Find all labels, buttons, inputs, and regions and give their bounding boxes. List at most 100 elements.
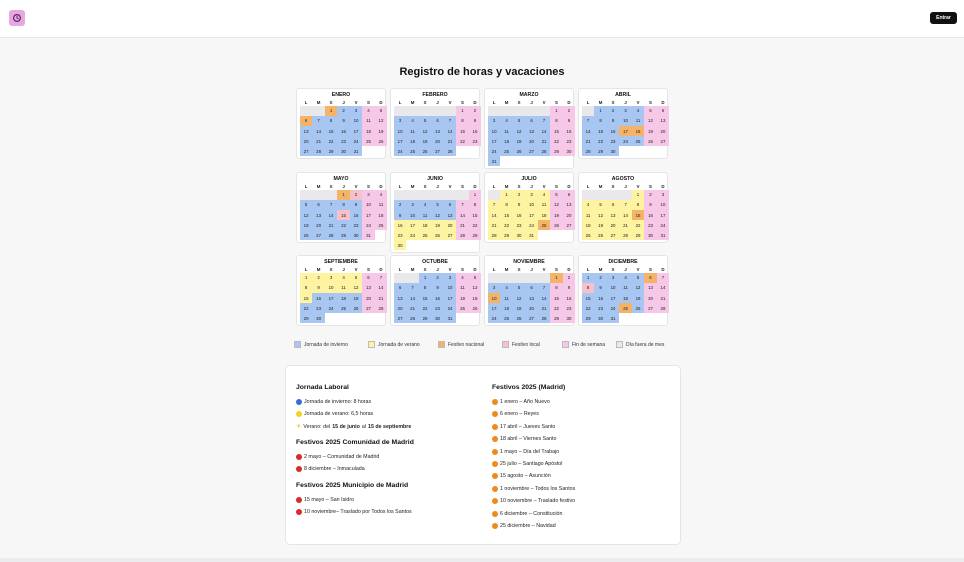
day-cell[interactable]: 20 — [525, 303, 538, 314]
day-cell[interactable]: 29 — [418, 313, 432, 324]
day-cell[interactable]: 26 — [374, 136, 388, 147]
day-cell[interactable]: 22 — [550, 303, 563, 314]
day-cell[interactable]: 3 — [406, 200, 419, 210]
day-cell[interactable]: 20 — [606, 220, 620, 231]
day-cell[interactable]: 29 — [550, 313, 563, 324]
day-cell[interactable]: 25 — [337, 303, 350, 314]
day-cell[interactable]: 14 — [374, 283, 388, 293]
day-cell[interactable]: 26 — [468, 303, 482, 314]
day-cell[interactable]: 14 — [443, 126, 457, 136]
day-cell[interactable]: 27 — [431, 146, 444, 157]
day-cell[interactable]: 8 — [500, 200, 513, 210]
day-cell[interactable]: 1 — [594, 106, 607, 116]
day-cell[interactable]: 25 — [374, 220, 388, 231]
day-cell[interactable]: 18 — [500, 136, 513, 147]
day-cell[interactable]: 27 — [562, 220, 576, 231]
day-cell[interactable]: 26 — [631, 303, 645, 314]
day-cell[interactable]: 5 — [512, 116, 526, 126]
day-cell[interactable]: 9 — [468, 116, 482, 126]
day-cell[interactable]: 8 — [418, 283, 432, 293]
day-cell[interactable]: 26 — [512, 313, 526, 324]
day-cell[interactable]: 19 — [431, 220, 444, 231]
day-cell[interactable]: 9 — [431, 283, 444, 293]
day-cell[interactable]: 16 — [562, 293, 576, 303]
day-cell[interactable]: 23 — [562, 136, 576, 147]
day-cell[interactable]: 2 — [431, 273, 444, 283]
day-cell[interactable]: 29 — [500, 230, 513, 241]
day-cell[interactable]: 9 — [312, 283, 325, 293]
day-cell[interactable]: 19 — [550, 210, 563, 220]
day-cell[interactable]: 9 — [562, 283, 576, 293]
day-cell[interactable]: 2 — [337, 106, 350, 116]
day-cell[interactable]: 30 — [512, 230, 526, 241]
day-cell[interactable]: 24 — [656, 220, 670, 231]
day-cell[interactable]: 5 — [644, 106, 657, 116]
day-cell[interactable]: 8 — [550, 283, 563, 293]
day-cell[interactable]: 24 — [488, 146, 501, 157]
day-cell[interactable]: 29 — [468, 230, 482, 241]
day-cell[interactable]: 24 — [525, 220, 538, 231]
day-cell[interactable]: 21 — [537, 136, 551, 147]
day-cell[interactable]: 4 — [362, 106, 375, 116]
day-cell[interactable]: 1 — [418, 273, 432, 283]
day-cell[interactable]: 7 — [443, 116, 457, 126]
day-cell[interactable]: 17 — [656, 210, 670, 220]
day-cell[interactable]: 21 — [656, 293, 670, 303]
day-cell[interactable]: 2 — [644, 190, 657, 200]
day-cell[interactable]: 20 — [394, 303, 407, 314]
day-cell[interactable]: 10 — [324, 283, 338, 293]
day-cell[interactable]: 31 — [656, 230, 670, 241]
day-cell[interactable]: 2 — [349, 190, 363, 200]
day-cell[interactable]: 16 — [431, 293, 444, 303]
day-cell[interactable]: 31 — [488, 156, 501, 167]
day-cell[interactable]: 9 — [562, 116, 576, 126]
day-cell[interactable]: 6 — [562, 190, 576, 200]
day-cell[interactable]: 7 — [406, 283, 419, 293]
day-cell[interactable]: 15 — [418, 293, 432, 303]
day-cell[interactable]: 6 — [431, 116, 444, 126]
day-cell[interactable]: 7 — [488, 200, 501, 210]
day-cell[interactable]: 3 — [324, 273, 338, 283]
day-cell[interactable]: 3 — [656, 190, 670, 200]
day-cell[interactable]: 12 — [349, 283, 363, 293]
day-cell[interactable]: 23 — [562, 303, 576, 314]
day-cell[interactable]: 25 — [537, 220, 551, 231]
day-cell[interactable]: 7 — [619, 200, 632, 210]
day-cell[interactable]: 12 — [594, 210, 607, 220]
day-cell[interactable]: 28 — [488, 230, 501, 241]
day-cell[interactable]: 24 — [394, 146, 407, 157]
day-cell[interactable]: 29 — [631, 230, 645, 241]
day-cell[interactable]: 3 — [525, 190, 538, 200]
day-cell[interactable]: 28 — [537, 146, 551, 157]
day-cell[interactable]: 27 — [300, 146, 313, 157]
day-cell[interactable]: 22 — [300, 303, 313, 314]
day-cell[interactable]: 17 — [406, 220, 419, 231]
day-cell[interactable]: 24 — [362, 220, 375, 231]
day-cell[interactable]: 13 — [312, 210, 325, 220]
day-cell[interactable]: 15 — [500, 210, 513, 220]
day-cell[interactable]: 13 — [525, 293, 538, 303]
day-cell[interactable]: 8 — [456, 116, 469, 126]
day-cell[interactable]: 5 — [300, 200, 313, 210]
day-cell[interactable]: 5 — [631, 273, 645, 283]
day-cell[interactable]: 21 — [488, 220, 501, 231]
day-cell[interactable]: 6 — [394, 283, 407, 293]
day-cell[interactable]: 31 — [443, 313, 457, 324]
day-cell[interactable]: 20 — [443, 220, 457, 231]
day-cell[interactable]: 6 — [606, 200, 620, 210]
day-cell[interactable]: 20 — [525, 136, 538, 147]
day-cell[interactable]: 19 — [594, 220, 607, 231]
day-cell[interactable]: 19 — [644, 126, 657, 136]
day-cell[interactable]: 21 — [443, 136, 457, 147]
day-cell[interactable]: 13 — [300, 126, 313, 136]
enter-button[interactable]: Entrar — [930, 12, 957, 24]
day-cell[interactable]: 30 — [349, 230, 363, 241]
day-cell[interactable]: 1 — [550, 106, 563, 116]
day-cell[interactable]: 7 — [582, 116, 595, 126]
day-cell[interactable]: 2 — [468, 106, 482, 116]
day-cell[interactable]: 11 — [582, 210, 595, 220]
day-cell[interactable]: 7 — [537, 116, 551, 126]
day-cell[interactable]: 8 — [337, 200, 350, 210]
day-cell[interactable]: 4 — [619, 273, 632, 283]
day-cell[interactable]: 27 — [525, 146, 538, 157]
